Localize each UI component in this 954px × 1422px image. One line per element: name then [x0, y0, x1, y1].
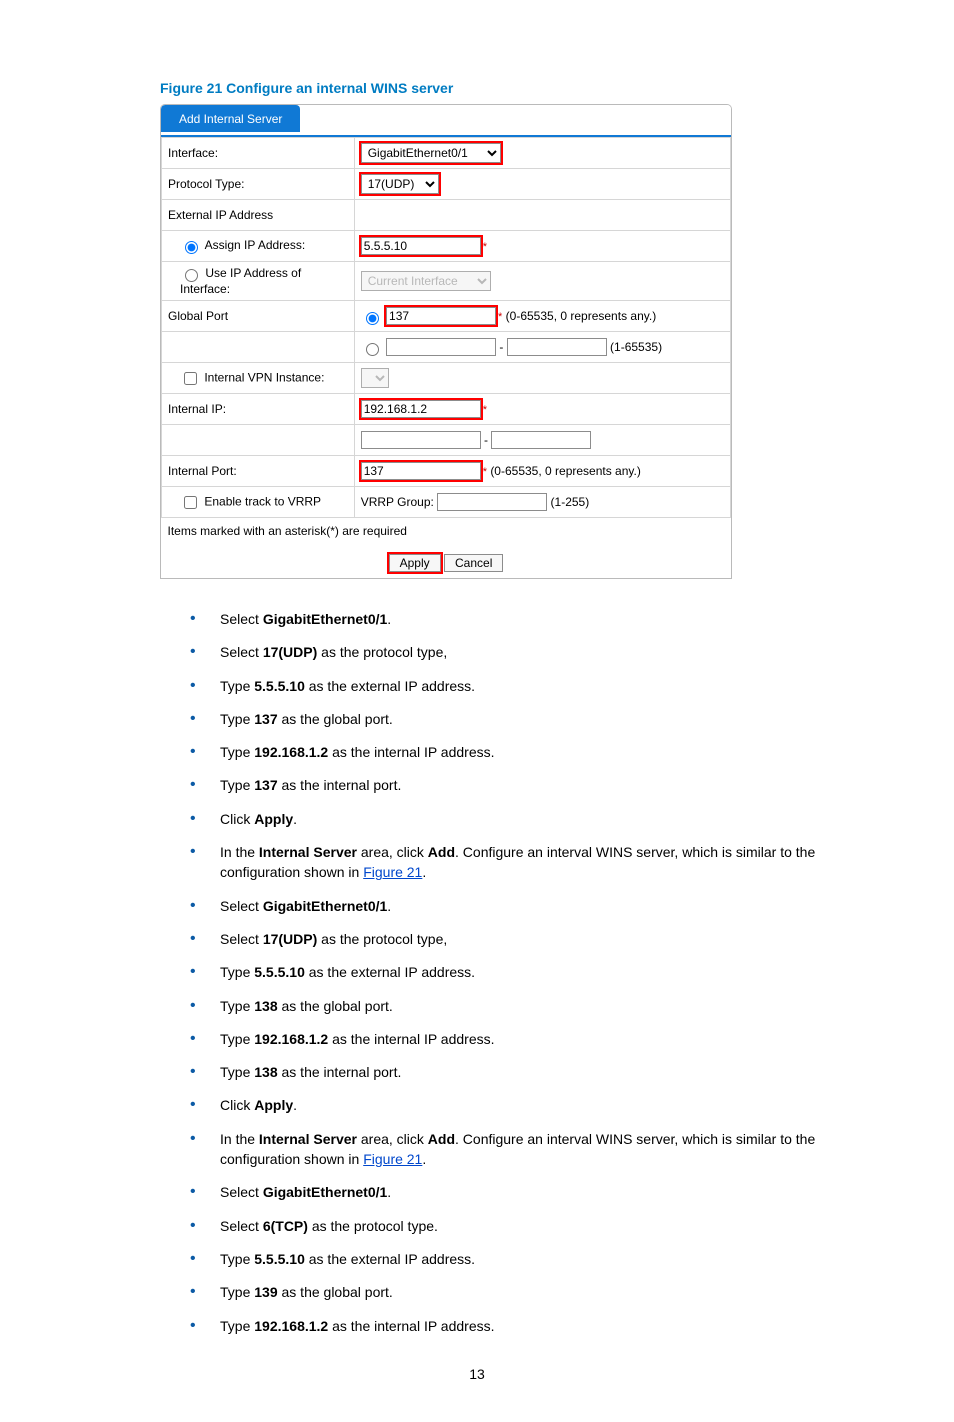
assign-ip-label: Assign IP Address: — [205, 238, 306, 252]
global-port-range-hint: (1-65535) — [610, 340, 662, 354]
global-port-hint: (0-65535, 0 represents any.) — [506, 309, 657, 323]
step-item: Type 138 as the internal port. — [190, 1062, 890, 1082]
step-item: Type 192.168.1.2 as the internal IP addr… — [190, 1029, 890, 1049]
required-star: * — [483, 466, 487, 478]
global-port-input[interactable] — [386, 307, 496, 325]
step-item: Type 192.168.1.2 as the internal IP addr… — [190, 1316, 890, 1336]
global-port-single-radio[interactable] — [366, 312, 379, 325]
vrrp-group-input[interactable] — [437, 493, 547, 511]
step-item: Type 5.5.5.10 as the external IP address… — [190, 676, 890, 696]
tab-bar: Add Internal Server — [161, 105, 731, 137]
page-number: 13 — [60, 1366, 894, 1382]
use-interface-select: Current Interface — [361, 271, 491, 291]
step-item: Type 138 as the global port. — [190, 996, 890, 1016]
global-port-label: Global Port — [162, 301, 355, 332]
global-port-range-to[interactable] — [507, 338, 607, 356]
global-port-range-from[interactable] — [386, 338, 496, 356]
steps-list: Select GigabitEthernet0/1. Select 17(UDP)… — [190, 609, 890, 1336]
internal-ip-input-2[interactable] — [361, 431, 481, 449]
step-item: Click Apply. — [190, 1095, 890, 1115]
vrrp-checkbox[interactable] — [184, 496, 197, 509]
required-note: Items marked with an asterisk(*) are req… — [162, 518, 731, 549]
step-item: Type 5.5.5.10 as the external IP address… — [190, 1249, 890, 1269]
assign-ip-input[interactable] — [361, 237, 481, 255]
use-interface-radio[interactable] — [185, 269, 198, 282]
figure-caption: Figure 21 Configure an internal WINS ser… — [160, 80, 894, 96]
assign-ip-radio[interactable] — [185, 241, 198, 254]
required-star: * — [483, 241, 487, 253]
required-star: * — [483, 404, 487, 416]
internal-port-label: Internal Port: — [162, 456, 355, 487]
add-internal-server-form: Add Internal Server Interface: GigabitEt… — [160, 104, 732, 579]
vrrp-group-label: VRRP Group: — [361, 495, 434, 509]
step-item: Select 17(UDP) as the protocol type, — [190, 929, 890, 949]
external-ip-label: External IP Address — [162, 200, 355, 231]
step-item: Type 5.5.5.10 as the external IP address… — [190, 962, 890, 982]
internal-port-input[interactable] — [361, 462, 481, 480]
tab-add-internal-server[interactable]: Add Internal Server — [161, 105, 300, 132]
vpn-checkbox[interactable] — [184, 372, 197, 385]
internal-ip-input[interactable] — [361, 400, 481, 418]
step-item: Type 192.168.1.2 as the internal IP addr… — [190, 742, 890, 762]
figure-link[interactable]: Figure 21 — [363, 1151, 422, 1167]
protocol-label: Protocol Type: — [162, 169, 355, 200]
internal-ip-input-3[interactable] — [491, 431, 591, 449]
protocol-select[interactable]: 17(UDP) — [361, 174, 439, 194]
interface-label: Interface: — [162, 138, 355, 169]
step-item: Select 6(TCP) as the protocol type. — [190, 1216, 890, 1236]
use-interface-label: Use IP Address of Interface: — [180, 266, 301, 296]
vpn-select — [361, 368, 389, 388]
vpn-label: Internal VPN Instance: — [204, 370, 324, 384]
required-star: * — [498, 311, 502, 323]
figure-link[interactable]: Figure 21 — [363, 864, 422, 880]
step-item: In the Internal Server area, click Add. … — [190, 842, 890, 883]
interface-select[interactable]: GigabitEthernet0/1 — [361, 143, 501, 163]
vrrp-label: Enable track to VRRP — [204, 494, 321, 508]
cancel-button[interactable]: Cancel — [444, 554, 503, 572]
vrrp-hint: (1-255) — [551, 495, 590, 509]
internal-port-hint: (0-65535, 0 represents any.) — [490, 464, 641, 478]
step-item: Type 139 as the global port. — [190, 1282, 890, 1302]
step-item: Select GigabitEthernet0/1. — [190, 609, 890, 629]
step-item: Select GigabitEthernet0/1. — [190, 896, 890, 916]
apply-button[interactable]: Apply — [389, 554, 441, 572]
step-item: Select 17(UDP) as the protocol type, — [190, 642, 890, 662]
step-item: Click Apply. — [190, 809, 890, 829]
step-item: Type 137 as the global port. — [190, 709, 890, 729]
step-item: Type 137 as the internal port. — [190, 775, 890, 795]
global-port-range-radio[interactable] — [366, 343, 379, 356]
internal-ip-label: Internal IP: — [162, 394, 355, 425]
step-item: Select GigabitEthernet0/1. — [190, 1182, 890, 1202]
step-item: In the Internal Server area, click Add. … — [190, 1129, 890, 1170]
